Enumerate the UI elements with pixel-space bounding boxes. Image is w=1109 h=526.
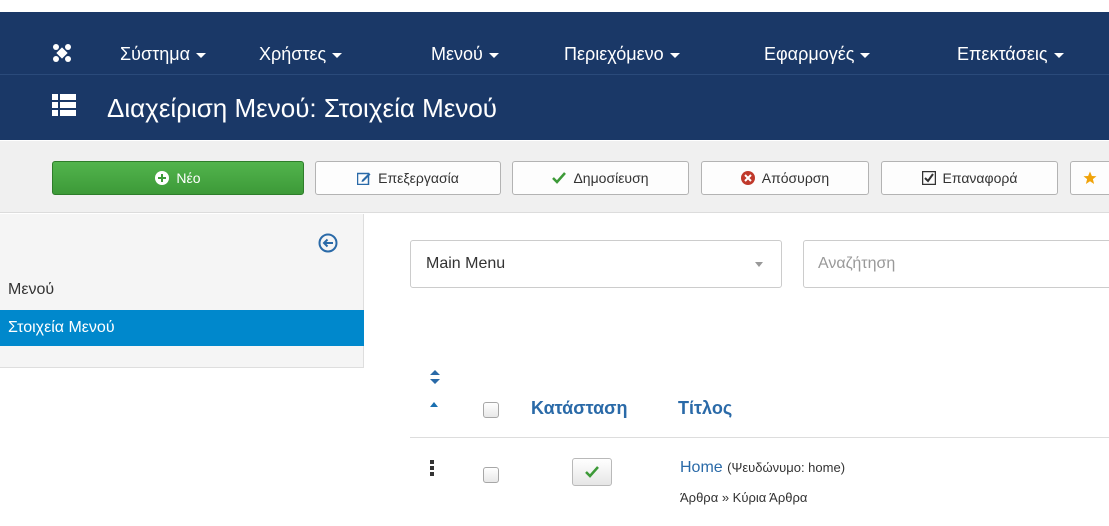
edit-icon	[357, 172, 371, 185]
new-button[interactable]: Νέο	[52, 161, 304, 195]
caret-down-icon	[195, 52, 206, 58]
caret-down-icon	[860, 52, 871, 58]
menu-item-type: Άρθρα » Κύρια Άρθρα	[680, 490, 808, 505]
nav-menu-system[interactable]: Σύστημα	[120, 44, 206, 65]
publish-button[interactable]: Δημοσίευση	[512, 161, 689, 195]
nav-label: Χρήστες	[259, 44, 327, 64]
check-icon	[552, 172, 567, 184]
nav-menu-extensions[interactable]: Επεκτάσεις	[957, 44, 1064, 65]
checkbox-checked-icon	[921, 171, 936, 185]
published-toggle-button[interactable]	[572, 458, 612, 486]
unpublish-button[interactable]: Απόσυρση	[701, 161, 869, 195]
nav-menu-menus[interactable]: Μενού	[431, 44, 499, 65]
menu-item-alias: (Ψευδώνυμο: home)	[727, 460, 846, 475]
caret-down-icon	[332, 52, 343, 58]
menu-select[interactable]: Main Menu	[410, 240, 782, 288]
joomla-logo-icon[interactable]	[52, 43, 72, 63]
sidebar-item-menu-items[interactable]: Στοιχεία Μενού	[0, 310, 364, 346]
sidebar: Μενού Στοιχεία Μενού	[0, 214, 364, 368]
star-icon	[1083, 171, 1097, 184]
home-star-button[interactable]	[1070, 161, 1109, 195]
sort-ascending-icon[interactable]	[430, 402, 438, 407]
caret-down-icon	[669, 52, 680, 58]
edit-button[interactable]: Επεξεργασία	[315, 161, 501, 195]
checkin-button[interactable]: Επαναφορά	[881, 161, 1058, 195]
unpublish-button-label: Απόσυρση	[761, 170, 830, 186]
nav-menu-users[interactable]: Χρήστες	[259, 44, 343, 65]
nav-label: Εφαρμογές	[764, 44, 855, 64]
sidebar-item-menus[interactable]: Μενού	[0, 272, 364, 308]
search-input[interactable]	[803, 240, 1109, 288]
page-title: Διαχείριση Μενού: Στοιχεία Μενού	[107, 93, 498, 123]
table-row: Home (Ψευδώνυμο: home) Άρθρα » Κύρια Άρθ…	[410, 439, 1109, 526]
caret-down-icon	[1053, 52, 1064, 58]
edit-button-label: Επεξεργασία	[378, 170, 459, 186]
table-header: Κατάσταση Τίτλος	[410, 360, 1109, 438]
top-navbar: Σύστημα Χρήστες Μενού Περιεχόμενο Εφαρμο…	[0, 0, 1109, 74]
new-button-label: Νέο	[176, 170, 201, 186]
collapse-sidebar-icon[interactable]	[318, 233, 338, 253]
select-all-checkbox[interactable]	[483, 402, 499, 418]
menu-item-title: Home (Ψευδώνυμο: home)	[680, 459, 845, 477]
times-circle-icon	[740, 171, 755, 185]
toolbar: Νέο Επεξεργασία Δημοσίευση Απόσυρση Επαν…	[0, 141, 1109, 213]
checkin-button-label: Επαναφορά	[942, 170, 1018, 186]
status-column-header[interactable]: Κατάσταση	[531, 398, 627, 419]
list-icon	[52, 94, 76, 116]
plus-circle-icon	[155, 171, 170, 185]
title-column-header[interactable]: Τίτλος	[678, 398, 732, 419]
chevron-down-icon	[755, 262, 763, 267]
sort-icon[interactable]	[429, 370, 441, 384]
menu-item-link[interactable]: Home	[680, 459, 723, 476]
publish-button-label: Δημοσίευση	[573, 170, 649, 186]
nav-label: Περιεχόμενο	[564, 44, 664, 64]
page-header: Διαχείριση Μενού: Στοιχεία Μενού	[0, 74, 1109, 140]
row-checkbox[interactable]	[483, 467, 499, 483]
nav-label: Σύστημα	[120, 44, 190, 64]
nav-label: Μενού	[431, 44, 483, 64]
nav-label: Επεκτάσεις	[957, 44, 1048, 64]
menu-select-value: Main Menu	[426, 255, 506, 272]
nav-menu-components[interactable]: Εφαρμογές	[764, 44, 871, 65]
check-icon	[585, 466, 599, 478]
nav-menu-content[interactable]: Περιεχόμενο	[564, 44, 680, 65]
drag-handle-icon[interactable]	[430, 460, 434, 476]
caret-down-icon	[488, 52, 499, 58]
